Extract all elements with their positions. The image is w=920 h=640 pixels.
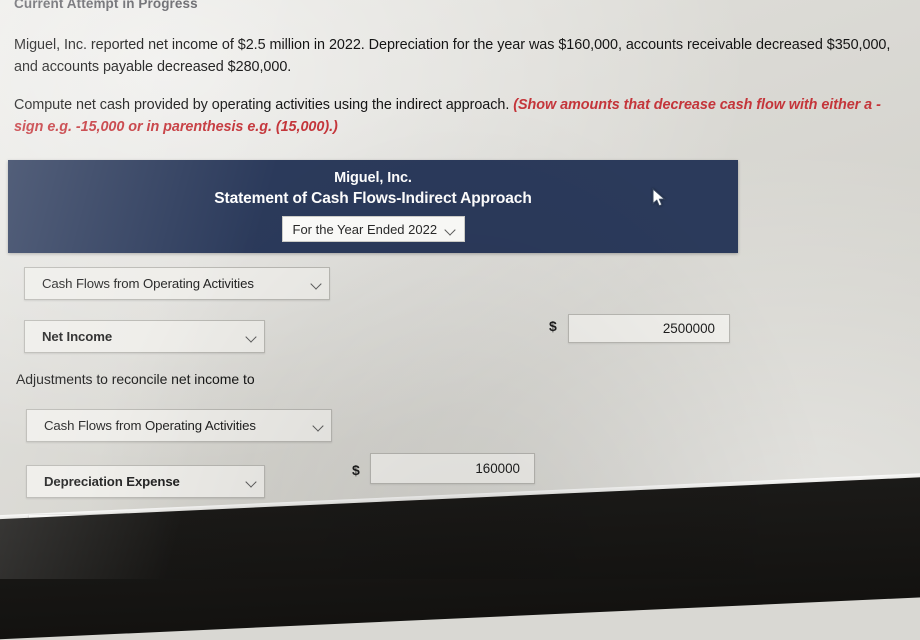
select-label-adjustments-subheader: Cash Flows from Operating Activities	[44, 418, 256, 433]
select-label-operating-section: Cash Flows from Operating Activities	[42, 276, 254, 291]
question-instruction: Compute net cash provided by operating a…	[14, 97, 514, 113]
adjustments-note: Adjustments to reconcile net income to	[16, 371, 255, 387]
attempt-status-banner: Current Attempt in Progress	[0, 0, 920, 12]
chevron-down-icon	[246, 476, 257, 487]
select-adjustments-subheader[interactable]: Cash Flows from Operating Activities	[26, 409, 332, 442]
select-depreciation-expense[interactable]: Depreciation Expense	[26, 465, 265, 498]
statement-header: Miguel, Inc. Statement of Cash Flows-Ind…	[8, 160, 738, 253]
select-label-depreciation-expense: Depreciation Expense	[44, 474, 180, 489]
dollar-sign-net-income: $	[549, 318, 557, 334]
amount-input-net-income[interactable]: 2500000	[568, 314, 730, 343]
sidebar-row-section-header-operating[interactable]: Cash Flows from Operating Activities	[24, 267, 330, 300]
question-paragraph-1: Miguel, Inc. reported net income of $2.5…	[14, 37, 891, 75]
period-select[interactable]: For the Year Ended 2022	[281, 216, 465, 242]
period-select-value: For the Year Ended 2022	[292, 221, 438, 237]
chevron-down-icon	[246, 331, 257, 342]
statement-period-row: For the Year Ended 2022	[8, 216, 738, 242]
statement-company-name: Miguel, Inc.	[334, 170, 412, 186]
select-net-income[interactable]: Net Income	[24, 320, 265, 353]
statement-title: Statement of Cash Flows-Indirect Approac…	[214, 190, 532, 207]
chevron-down-icon	[311, 278, 322, 289]
amount-input-depreciation-expense[interactable]: 160000	[370, 453, 535, 484]
dollar-sign-depreciation: $	[352, 462, 360, 478]
question-prompt: Miguel, Inc. reported net income of $2.5…	[14, 34, 894, 154]
question-paragraph-2: Compute net cash provided by operating a…	[14, 94, 894, 138]
attempt-status-text: Current Attempt in Progress	[14, 0, 198, 11]
select-label-net-income: Net Income	[42, 329, 113, 344]
chevron-down-icon	[313, 420, 324, 431]
chevron-down-icon	[445, 224, 456, 235]
